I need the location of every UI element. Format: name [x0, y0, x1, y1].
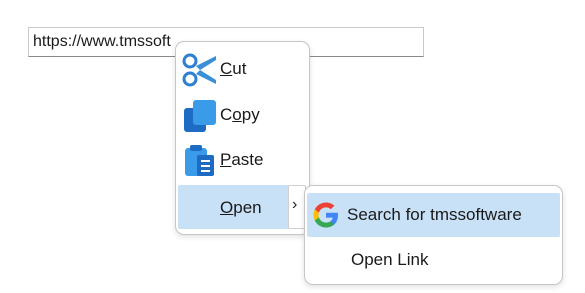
submenu-item-label: Open Link [351, 250, 429, 269]
menu-item-label: Cut [220, 59, 247, 78]
copy-icon [184, 100, 216, 132]
google-icon [313, 202, 338, 228]
context-menu: Cut Copy Paste Open › [175, 41, 310, 235]
menu-item-label: Paste [220, 150, 264, 169]
submenu-item-open-link[interactable]: Open Link [307, 238, 560, 282]
clipboard-icon [185, 145, 214, 176]
submenu-item-search[interactable]: Search for tmssoftware [307, 193, 560, 237]
menu-item-label: Open [220, 198, 262, 217]
menu-item-open[interactable]: Open [178, 185, 289, 229]
open-submenu: Search for tmssoftware Open Link [304, 185, 563, 285]
menu-item-cut[interactable]: Cut [176, 46, 309, 90]
submenu-item-label: Search for tmssoftware [347, 205, 522, 224]
chevron-right-icon: › [292, 196, 298, 213]
menu-item-label: Copy [220, 105, 260, 124]
menu-item-paste[interactable]: Paste [176, 137, 309, 181]
scissors-icon [182, 53, 216, 87]
menu-item-copy[interactable]: Copy [176, 92, 309, 136]
